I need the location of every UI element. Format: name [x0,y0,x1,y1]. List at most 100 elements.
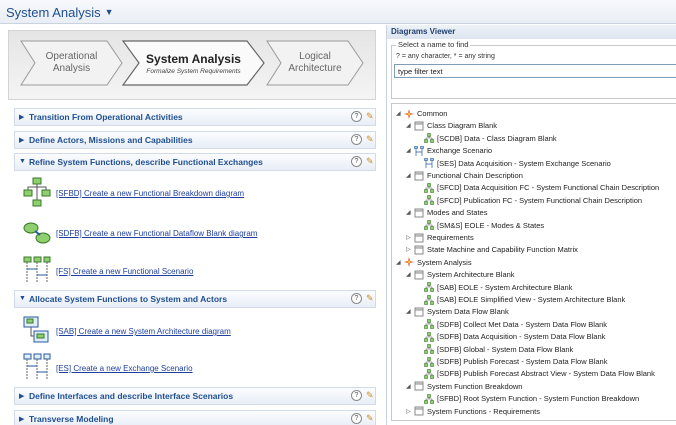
tree-node-label: Common [417,109,448,118]
tree-node[interactable]: ◢ System Analysis [396,257,472,268]
tree-node[interactable]: [SDFB] Global - System Data Flow Blank [416,344,573,355]
tree-node[interactable]: [SM&S] EOLE - Modes & States [416,220,544,231]
wand-icon[interactable]: ✎ [366,156,374,167]
tree-node[interactable]: ◢ Modes and States [406,207,487,218]
functional-breakdown-icon [23,177,51,207]
tree-node[interactable]: ▷ System Functions - Requirements [406,406,540,417]
tree-node-label: Class Diagram Blank [427,121,498,131]
tree-toggle-icon[interactable]: ◢ [406,172,414,179]
tree-node[interactable]: [SDFB] Collect Met Data - System Data Fl… [416,319,607,330]
viewer-title: Diagrams Viewer [387,25,676,39]
wand-icon[interactable]: ✎ [366,134,374,145]
section-transition-operational[interactable]: ▶ Transition From Operational Activities… [14,108,376,126]
tree-node[interactable]: ◢ System Data Flow Blank [406,306,509,317]
chevron-down-icon[interactable]: ▼ [105,7,114,17]
section-label: Transition From Operational Activities [29,112,183,122]
diagram-icon [424,319,437,330]
capella-project-icon [404,108,417,119]
entry-link[interactable]: [SAB] Create a new System Architecture d… [56,327,231,336]
scenario-icon [23,256,51,283]
tree-node[interactable]: ◢ Exchange Scenario [406,145,492,156]
tree-node[interactable]: ▷ State Machine and Capability Function M… [406,244,578,255]
entry-link[interactable]: [SDFB] Create a new Functional Dataflow … [56,229,257,238]
tree-node-label: [SDFB] Global - System Data Flow Blank [437,344,574,354]
collapsed-triangle-icon[interactable]: ▶ [19,415,24,423]
entry-link[interactable]: [FS] Create a new Functional Scenario [56,267,193,276]
tree-node-label: [SDFB] Collect Met Data - System Data Fl… [437,319,608,329]
tree-toggle-icon[interactable]: ◢ [406,122,414,129]
wand-icon[interactable]: ✎ [366,111,374,122]
collapsed-triangle-icon[interactable]: ▶ [19,113,24,121]
activity-explorer: Operational Analysis System Analysis For… [0,25,384,425]
tree-toggle-icon[interactable]: ▷ [406,246,414,253]
phase-system-analysis[interactable]: System Analysis Formalize System Require… [121,39,266,87]
wand-icon[interactable]: ✎ [366,390,374,401]
tree-toggle-icon[interactable]: ▷ [406,408,414,415]
entry-link[interactable]: [ES] Create a new Exchange Scenario [56,364,193,373]
expanded-triangle-icon[interactable]: ▼ [19,295,26,302]
help-icon[interactable]: ? [351,111,362,122]
diagram-icon [424,369,437,379]
tree-node[interactable]: [SDFB] Publish Forecast - System Data Fl… [416,356,607,367]
tree-node-label: [SFCD] Publication FC - System Functiona… [437,195,643,205]
help-icon[interactable]: ? [351,390,362,401]
help-icon[interactable]: ? [351,293,362,304]
entry-link[interactable]: [SFBD] Create a new Functional Breakdown… [56,189,244,198]
tree-node[interactable]: ◢ Functional Chain Description [406,170,523,181]
section-allocate-functions[interactable]: ▼ Allocate System Functions to System an… [14,290,376,308]
window-title-text: System Analysis [6,5,101,20]
tree-toggle-icon[interactable]: ▷ [406,234,414,241]
tree-node-label: [SCDB] Data - Class Diagram Blank [437,133,557,143]
tree-node[interactable]: ◢ Common [396,108,447,119]
tree-node[interactable]: ◢ System Architecture Blank [406,269,515,280]
phase-operational-analysis[interactable]: Operational Analysis [19,39,124,87]
tree-toggle-icon[interactable]: ◢ [396,259,404,266]
collapsed-triangle-icon[interactable]: ▶ [19,136,24,144]
tree-node[interactable]: [SFCD] Data Acquisition FC - System Func… [416,182,659,193]
folder-icon [414,245,427,255]
section-label: Define Actors, Missions and Capabilities [29,135,193,145]
section-label: Define Interfaces and describe Interface… [29,391,234,401]
tree-node[interactable]: [SFCD] Publication FC - System Functiona… [416,195,642,206]
tree-toggle-icon[interactable]: ◢ [406,271,414,278]
tree-node[interactable]: ▷ Requirements [406,232,474,243]
tree-node[interactable]: [SDFB] Data Acquisition - System Data Fl… [416,331,605,342]
tree-node-label: System Functions - Requirements [427,406,540,416]
tree-node-label: System Data Flow Blank [427,307,509,317]
window-title[interactable]: System Analysis ▼ [6,5,114,20]
tree-node[interactable]: [SAB] EOLE Simplified View - System Arch… [416,294,625,305]
tree-toggle-icon[interactable]: ◢ [406,147,414,154]
section-define-actors[interactable]: ▶ Define Actors, Missions and Capabiliti… [14,131,376,149]
tree-node-label: Functional Chain Description [427,171,523,180]
tree-node[interactable]: [SFBD] Root System Function - System Fun… [416,393,639,404]
diagram-icon [424,220,437,230]
diagrams-viewer: Diagrams Viewer Select a name to find ? … [386,25,676,425]
tree-toggle-icon[interactable]: ◢ [406,308,414,315]
help-icon[interactable]: ? [351,134,362,145]
wand-icon[interactable]: ✎ [366,413,374,424]
tree-node[interactable]: ◢ Class Diagram Blank [406,120,497,131]
expanded-triangle-icon[interactable]: ▼ [19,158,26,165]
folder-icon [414,171,427,181]
tree-toggle-icon[interactable]: ◢ [406,383,414,390]
section-label: Allocate System Functions to System and … [29,294,228,304]
help-icon[interactable]: ? [351,156,362,167]
collapsed-triangle-icon[interactable]: ▶ [19,392,24,400]
tree-node[interactable]: [SCDB] Data - Class Diagram Blank [416,133,557,144]
tree-node[interactable]: [SES] Data Acquisition - System Exchange… [416,158,611,169]
tree-node-label: System Architecture Blank [427,270,515,280]
section-refine-functions[interactable]: ▼ Refine System Functions, describe Func… [14,153,376,171]
tree-node[interactable]: [SDFB] Publish Forecast Abstract View - … [416,368,655,379]
filter-input[interactable] [394,64,676,78]
section-transverse-modeling[interactable]: ▶ Transverse Modeling ? ✎ [14,410,376,425]
tree-toggle-icon[interactable]: ◢ [406,209,414,216]
tree-node[interactable]: [SAB] EOLE - System Architecture Blank [416,282,572,293]
phase-logical-architecture[interactable]: Logical Architecture [265,39,365,87]
help-icon[interactable]: ? [351,413,362,424]
wand-icon[interactable]: ✎ [366,293,374,304]
tree-toggle-icon[interactable]: ◢ [396,110,404,117]
tree-node[interactable]: ◢ System Function Breakdown [406,381,522,392]
folder-icon [414,233,427,243]
diagram-tree[interactable]: ◢ Common ◢ Class Diagram Blank [SCDB] Data -… [391,103,676,421]
section-define-interfaces[interactable]: ▶ Define Interfaces and describe Interfa… [14,387,376,405]
